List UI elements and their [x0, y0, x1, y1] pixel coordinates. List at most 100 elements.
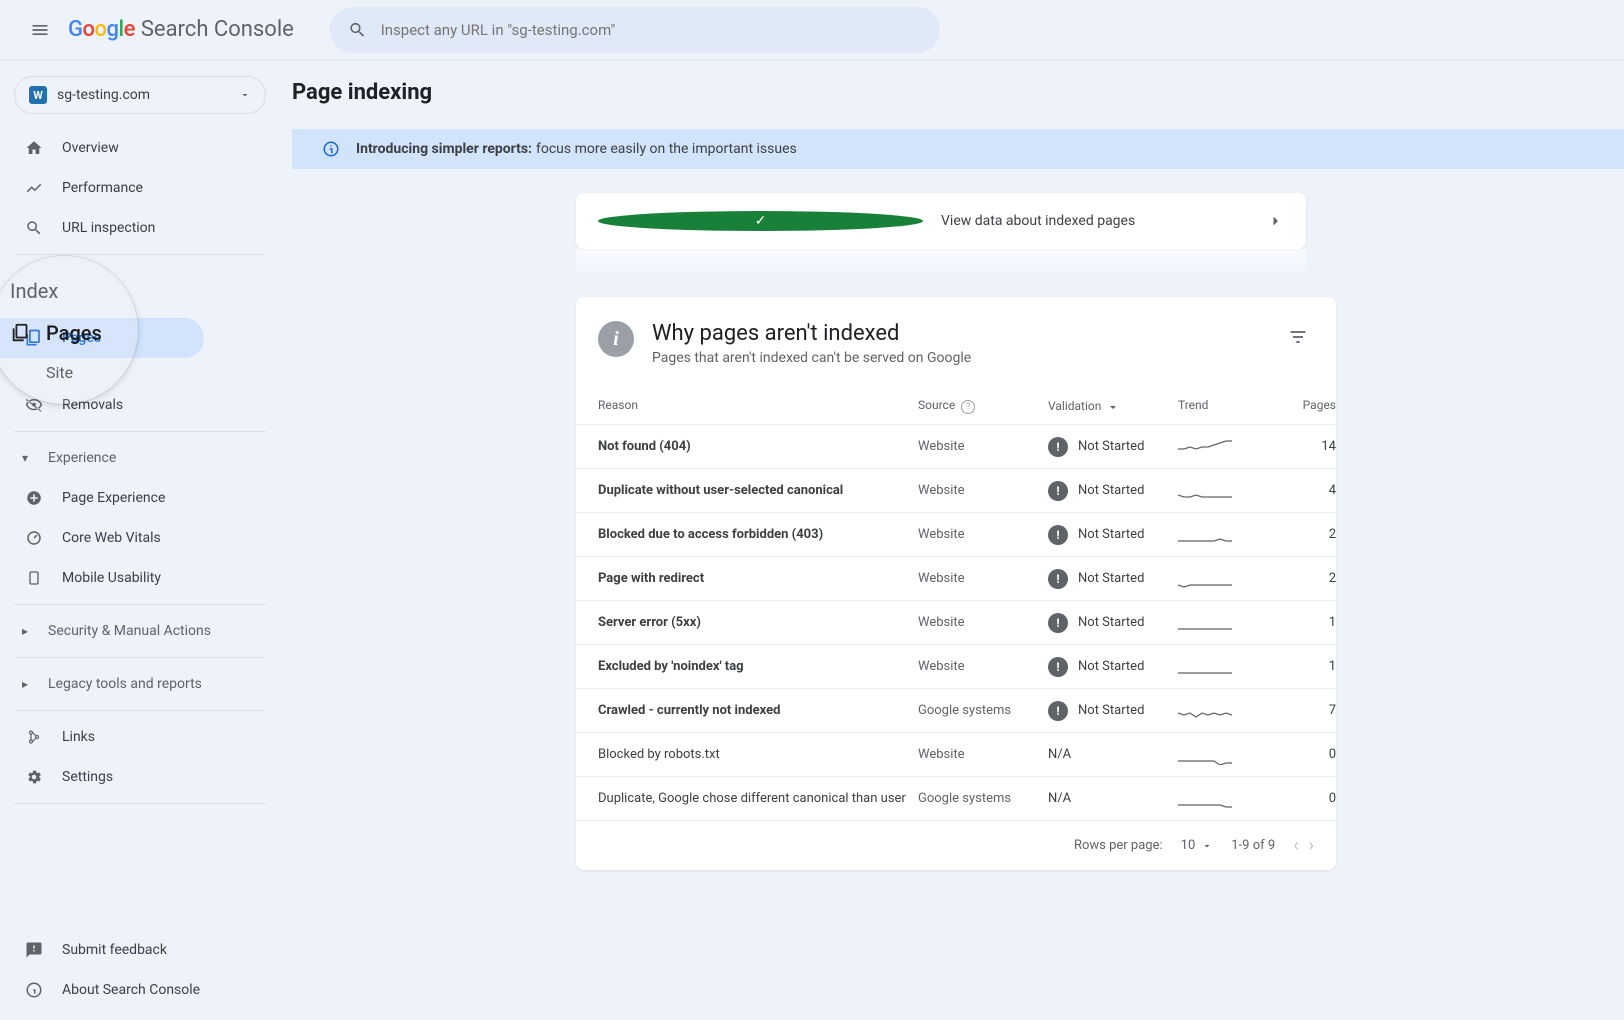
info-icon — [24, 980, 44, 1000]
info-icon — [322, 140, 340, 158]
table-row[interactable]: Not found (404)Website!Not Started14 — [576, 424, 1336, 468]
sidebar-item-feedback[interactable]: Submit feedback — [0, 930, 260, 970]
chevron-down-icon — [239, 89, 251, 101]
google-logo-text: Google — [68, 17, 135, 42]
url-inspection-search[interactable] — [330, 7, 940, 53]
divider — [14, 431, 266, 432]
speed-icon — [24, 528, 44, 548]
chevron-down-icon — [1201, 840, 1213, 852]
pages-icon — [24, 328, 44, 348]
divider — [14, 604, 266, 605]
validation-cell: !Not Started — [1048, 613, 1178, 633]
table-row[interactable]: Duplicate without user-selected canonica… — [576, 468, 1336, 512]
source-cell: Website — [918, 483, 1048, 498]
exclamation-icon: ! — [1048, 437, 1068, 457]
table-row[interactable]: Blocked by robots.txtWebsiteN/A0 — [576, 732, 1336, 776]
app-header: Google Search Console — [0, 0, 1624, 60]
trend-cell — [1178, 437, 1266, 457]
view-indexed-pages-card[interactable]: ✓ View data about indexed pages — [576, 193, 1306, 249]
reason-cell: Server error (5xx) — [598, 615, 918, 630]
sidebar-item-removals[interactable]: Removals — [0, 385, 260, 425]
sidebar-section-legacy[interactable]: ▸ Legacy tools and reports — [0, 664, 280, 704]
reason-cell: Not found (404) — [598, 439, 918, 454]
search-icon — [24, 218, 44, 238]
reason-cell: Blocked by robots.txt — [598, 747, 918, 762]
rows-per-page-select[interactable]: 10 — [1181, 838, 1214, 853]
table-row[interactable]: Page with redirectWebsite!Not Started2 — [576, 556, 1336, 600]
validation-cell: !Not Started — [1048, 657, 1178, 677]
source-cell: Website — [918, 615, 1048, 630]
validation-cell: N/A — [1048, 791, 1178, 806]
col-validation[interactable]: Validation — [1048, 398, 1178, 414]
sidebar-item-pages-selected[interactable]: Pages — [0, 318, 204, 358]
pages-cell: 0 — [1266, 747, 1336, 762]
trend-cell — [1178, 481, 1266, 501]
validation-cell: !Not Started — [1048, 481, 1178, 501]
section-label: Security & Manual Actions — [48, 623, 211, 639]
reason-cell: Duplicate, Google chose different canoni… — [598, 791, 918, 806]
filter-icon — [1288, 327, 1308, 347]
sidebar-item-mobile-usability[interactable]: Mobile Usability — [0, 558, 260, 598]
sidebar-item-page-experience[interactable]: Page Experience — [0, 478, 260, 518]
sidebar-section-experience[interactable]: ▾ Experience — [0, 438, 280, 478]
plus-circle-icon — [24, 488, 44, 508]
pages-cell: 4 — [1266, 483, 1336, 498]
source-cell: Google systems — [918, 791, 1048, 806]
table-row[interactable]: Crawled - currently not indexedGoogle sy… — [576, 688, 1336, 732]
sidebar-item-links[interactable]: Links — [0, 717, 260, 757]
trend-cell — [1178, 525, 1266, 545]
sidebar-section-security[interactable]: ▸ Security & Manual Actions — [0, 611, 280, 651]
sidebar-item-performance[interactable]: Performance — [0, 168, 260, 208]
sidebar-item-settings[interactable]: Settings — [0, 757, 260, 797]
wordpress-icon: W — [29, 86, 47, 104]
home-icon — [24, 138, 44, 158]
exclamation-icon: ! — [1048, 701, 1068, 721]
help-icon[interactable]: ? — [961, 400, 975, 414]
sidebar-item-about[interactable]: About Search Console — [0, 970, 260, 1010]
source-cell: Website — [918, 659, 1048, 674]
table-row[interactable]: Server error (5xx)Website!Not Started1 — [576, 600, 1336, 644]
page-title: Page indexing — [292, 80, 1624, 105]
table-row[interactable]: Blocked due to access forbidden (403)Web… — [576, 512, 1336, 556]
trend-cell — [1178, 613, 1266, 633]
search-input[interactable] — [381, 21, 922, 39]
reason-cell: Excluded by 'noindex' tag — [598, 659, 918, 674]
sidebar-item-label: Pages — [62, 330, 101, 346]
table-title: Why pages aren't indexed — [652, 321, 971, 346]
sidebar-item-overview[interactable]: Overview — [0, 128, 260, 168]
sidebar-item-label: Mobile Usability — [62, 570, 161, 586]
sidebar-item-label: Removals — [62, 397, 123, 413]
banner-bold: Introducing simpler reports: — [356, 141, 532, 157]
exclamation-icon: ! — [1048, 525, 1068, 545]
chevron-down-icon: ▾ — [22, 451, 36, 465]
sidebar-item-label: Settings — [62, 769, 113, 785]
divider — [14, 803, 266, 804]
pages-cell: 14 — [1266, 439, 1336, 454]
product-logo[interactable]: Google Search Console — [68, 17, 294, 42]
sidebar-item-label: URL inspection — [62, 220, 155, 236]
pages-cell: 1 — [1266, 659, 1336, 674]
pages-cell: 7 — [1266, 703, 1336, 718]
col-trend: Trend — [1178, 398, 1266, 414]
table-row[interactable]: Excluded by 'noindex' tagWebsite!Not Sta… — [576, 644, 1336, 688]
divider — [14, 710, 266, 711]
trend-cell — [1178, 745, 1266, 765]
sidebar-item-label: About Search Console — [62, 982, 200, 998]
table-header-row: Reason Source? Validation Trend Pages — [576, 388, 1336, 424]
reason-cell: Blocked due to access forbidden (403) — [598, 527, 918, 542]
exclamation-icon: ! — [1048, 569, 1068, 589]
sidebar-item-label: Core Web Vitals — [62, 530, 161, 546]
table-row[interactable]: Duplicate, Google chose different canoni… — [576, 776, 1336, 820]
pages-cell: 0 — [1266, 791, 1336, 806]
sidebar-item-core-web-vitals[interactable]: Core Web Vitals — [0, 518, 260, 558]
sidebar-item-url-inspection[interactable]: URL inspection — [0, 208, 260, 248]
prev-page-button[interactable]: ‹ — [1293, 835, 1298, 856]
product-name: Search Console — [141, 17, 294, 42]
sidebar-item-label: Performance — [62, 180, 143, 196]
chevron-right-icon: ▸ — [22, 677, 36, 691]
filter-button[interactable] — [1282, 321, 1314, 353]
next-page-button[interactable]: › — [1309, 835, 1314, 856]
source-cell: Website — [918, 527, 1048, 542]
property-selector[interactable]: W sg-testing.com — [14, 76, 266, 114]
hamburger-menu-button[interactable] — [16, 6, 64, 54]
